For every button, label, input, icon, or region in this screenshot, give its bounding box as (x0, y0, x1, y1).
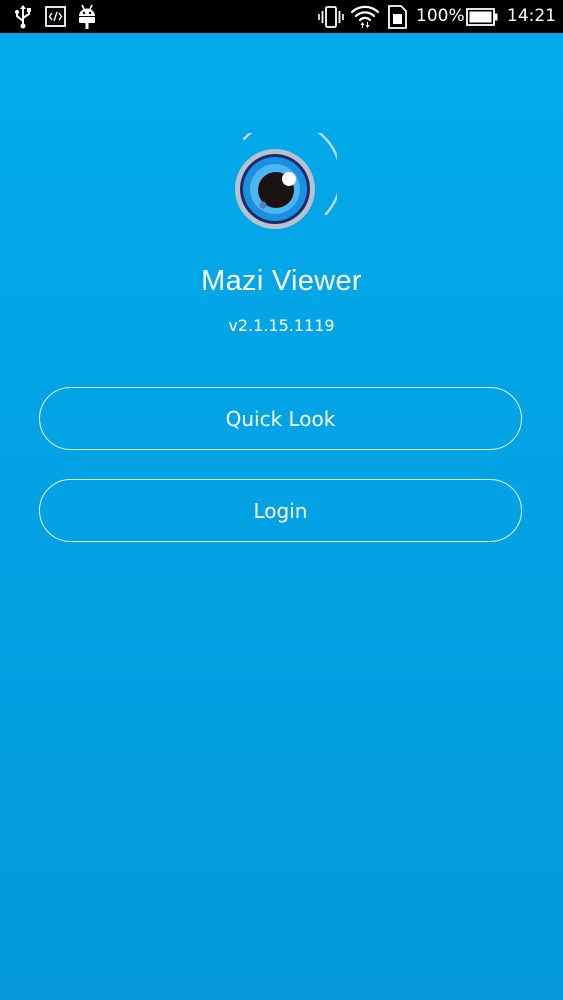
eye-logo-icon (233, 119, 342, 233)
usb-icon (12, 4, 34, 29)
screen: 100% 14:21 Mazi Viewer v2.1.15.1119 Quic… (0, 0, 563, 1000)
app-screen: Mazi Viewer v2.1.15.1119 Quick Look Logi… (0, 33, 563, 1000)
quick-look-button[interactable]: Quick Look (39, 387, 522, 450)
battery-percent: 100% (416, 6, 465, 26)
app-version: v2.1.15.1119 (228, 316, 335, 335)
developer-code-icon (44, 4, 66, 29)
status-bar: 100% 14:21 (0, 0, 563, 33)
sim-card-icon (386, 4, 408, 29)
wifi-icon (350, 4, 380, 29)
clock: 14:21 (507, 6, 556, 26)
app-title: Mazi Viewer (201, 265, 362, 297)
android-icon (76, 4, 98, 29)
battery-icon (466, 4, 498, 29)
login-button[interactable]: Login (39, 479, 522, 542)
vibrate-icon (318, 4, 344, 29)
